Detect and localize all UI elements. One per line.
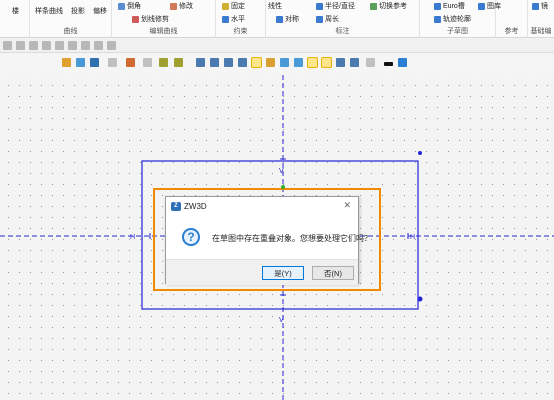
ribbon-group-label: 标注 xyxy=(335,28,350,35)
ribbon-group-misc: 楼 xyxy=(0,0,30,38)
snap-icon[interactable] xyxy=(251,57,262,68)
pen-icon[interactable] xyxy=(62,58,71,67)
shade-icon[interactable] xyxy=(350,58,359,67)
ribbon-group-label: 子草图 xyxy=(447,28,468,35)
ribbon-item-fixed[interactable]: 固定 xyxy=(222,1,245,11)
corner-marker-top xyxy=(418,151,422,155)
arrow-tool-icon[interactable] xyxy=(29,41,38,50)
offset-tool-icon[interactable] xyxy=(107,41,116,50)
ribbon-group-constraint: 固定 水平 约束 xyxy=(216,0,266,38)
view-alt-icon[interactable] xyxy=(294,58,303,67)
ribbon-item-modify[interactable]: 修改 xyxy=(170,1,193,11)
ribbon-group-edit-curve: 倒角 修改 划线修剪 编辑曲线 xyxy=(112,0,216,38)
ribbon-item-offset[interactable]: 偏移 xyxy=(93,6,107,16)
yes-button[interactable]: 是(Y) xyxy=(262,266,304,280)
no-button[interactable]: 否(N) xyxy=(312,266,354,280)
ribbon-group-label: 编辑曲线 xyxy=(149,28,178,35)
ribbon-item-symmetric[interactable]: 对称 xyxy=(276,14,299,24)
midpoint-marker xyxy=(281,185,285,189)
quick-toolbar xyxy=(0,39,554,53)
ribbon-group-label: 约束 xyxy=(233,28,248,35)
ribbon-group-base-edit: 镜 基础编 xyxy=(528,0,554,38)
corner-marker-bottom xyxy=(417,296,423,302)
ribbon-item-radius[interactable]: 半径/直径 xyxy=(316,1,355,11)
chamfer-icon xyxy=(118,2,125,10)
ribbon-item-perimeter[interactable]: 周长 xyxy=(316,14,339,24)
switch-ref-icon xyxy=(370,2,377,10)
dimension-icon[interactable] xyxy=(224,58,233,67)
ribbon-item-horizontal[interactable]: 水平 xyxy=(222,14,245,24)
dialog-titlebar[interactable]: Z ZW3D xyxy=(166,197,358,215)
ribbon: 楼 样条曲线 投影 偏移 曲线 倒角 修改 划线修剪 编辑曲线 固定 水平 约束… xyxy=(0,0,554,38)
frame-icon[interactable] xyxy=(196,58,205,67)
view-icon[interactable] xyxy=(280,58,289,67)
trim-tool-icon[interactable] xyxy=(94,41,103,50)
corner-tool-icon[interactable] xyxy=(81,41,90,50)
horizontal-icon xyxy=(222,15,229,23)
light-icon[interactable] xyxy=(366,58,375,67)
ribbon-item-loft[interactable]: 楼 xyxy=(12,6,19,16)
render-icon[interactable] xyxy=(126,58,135,67)
fixed-icon xyxy=(222,2,229,10)
trim-icon xyxy=(132,15,139,23)
frame-alt-icon[interactable] xyxy=(210,58,219,67)
ribbon-group-label: 基础编 xyxy=(530,28,552,35)
layer-icon[interactable] xyxy=(336,58,345,67)
angle-tool-icon[interactable] xyxy=(55,41,64,50)
ribbon-group-label: 参考 xyxy=(504,28,519,35)
constraint-icon[interactable] xyxy=(307,57,318,68)
ribbon-item-trim[interactable]: 划线修剪 xyxy=(132,14,169,24)
grid-icon[interactable] xyxy=(143,58,152,67)
box-icon[interactable] xyxy=(90,58,99,67)
mirror-icon xyxy=(532,2,539,10)
radius-icon xyxy=(316,2,323,10)
constraint-label-h-left: H xyxy=(130,234,135,241)
slash-tool-icon[interactable] xyxy=(42,41,51,50)
ribbon-group-label: 曲线 xyxy=(63,28,78,35)
ruler-icon[interactable] xyxy=(238,58,247,67)
view-toolbar xyxy=(0,54,554,75)
close-icon[interactable]: ✕ xyxy=(343,200,351,211)
select-icon[interactable] xyxy=(174,58,183,67)
constraint-label-v-top: V xyxy=(279,168,284,175)
dialog-body: ? 在草图中存在重叠对象。您想要处理它们吗？ xyxy=(166,215,372,259)
dialog-title: ZW3D xyxy=(184,201,207,211)
symmetric-icon xyxy=(276,15,283,23)
sphere-icon[interactable] xyxy=(108,58,117,67)
constraint-alt-icon[interactable] xyxy=(321,57,332,68)
circle-tool-icon[interactable] xyxy=(3,41,12,50)
modify-icon xyxy=(170,2,177,10)
filter-icon[interactable] xyxy=(159,58,168,67)
line-tool-icon[interactable] xyxy=(16,41,25,50)
ribbon-item-switch-ref[interactable]: 切换参考 xyxy=(370,1,407,11)
ribbon-item-euro-slot[interactable]: Euro槽 xyxy=(434,1,465,11)
ribbon-item-mirror[interactable]: 镜 xyxy=(532,1,548,11)
ribbon-item-track-profile[interactable]: 轨迹轮廓 xyxy=(434,14,471,24)
ribbon-group-subsketch: Euro槽 轨迹轮廓 图库 子草图 xyxy=(420,0,501,38)
line-weight-icon[interactable] xyxy=(384,62,393,66)
palette-icon[interactable] xyxy=(398,58,407,67)
tag-icon[interactable] xyxy=(266,58,275,67)
overlap-dialog: Z ZW3D ✕ ? 在草图中存在重叠对象。您想要处理它们吗？ 是(Y) 否(N… xyxy=(165,196,372,285)
ribbon-group-reference: 参考 xyxy=(496,0,528,38)
cube-view-icon[interactable] xyxy=(76,58,85,67)
slot-icon xyxy=(434,2,441,10)
ribbon-group-dimension: 线性 对称 半径/直径 周长 切换参考 标注 xyxy=(266,0,420,38)
ribbon-group-curve: 样条曲线 投影 偏移 曲线 xyxy=(30,0,112,38)
ribbon-item-linear[interactable]: 线性 xyxy=(268,1,282,11)
library-icon xyxy=(478,2,485,10)
constraint-label-h-right: H xyxy=(410,234,415,241)
track-icon xyxy=(434,15,441,23)
question-icon: ? xyxy=(182,228,200,246)
ribbon-item-spline[interactable]: 样条曲线 xyxy=(35,6,63,16)
ribbon-item-project[interactable]: 投影 xyxy=(71,6,85,16)
constraint-label-v-bottom: V xyxy=(279,317,284,324)
zw3d-logo-icon: Z xyxy=(171,201,181,211)
dialog-message: 在草图中存在重叠对象。您想要处理它们吗？ xyxy=(212,234,372,243)
perimeter-icon xyxy=(316,15,323,23)
ribbon-item-chamfer[interactable]: 倒角 xyxy=(118,1,141,11)
dialog-footer: 是(Y) 否(N) xyxy=(166,259,358,285)
curve-tool-icon[interactable] xyxy=(68,41,77,50)
